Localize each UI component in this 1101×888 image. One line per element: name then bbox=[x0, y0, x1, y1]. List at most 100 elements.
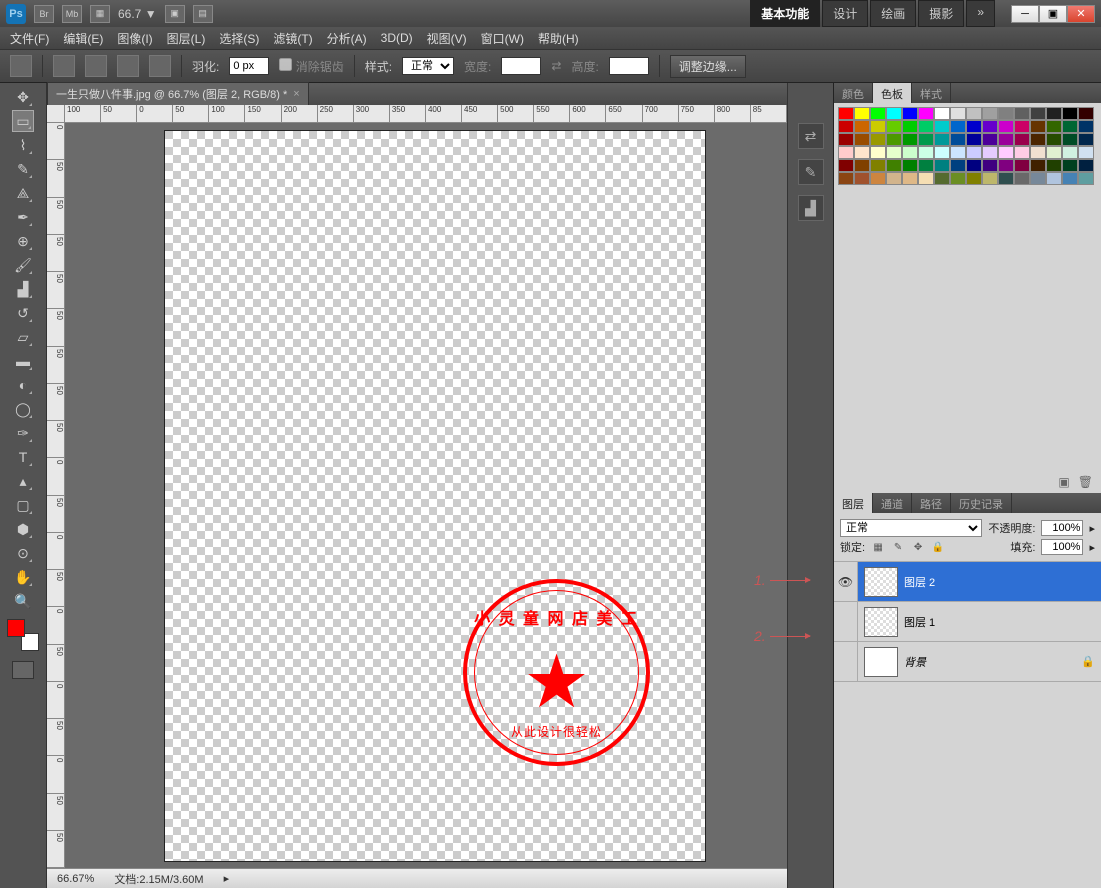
path-select-tool[interactable]: ▴ bbox=[12, 470, 34, 492]
tab-history[interactable]: 历史记录 bbox=[951, 493, 1012, 513]
menu-3d[interactable]: 3D(D) bbox=[381, 31, 413, 45]
lock-position-icon[interactable]: ✥ bbox=[911, 540, 925, 554]
swatch[interactable] bbox=[934, 146, 950, 159]
dodge-tool[interactable]: ◯ bbox=[12, 398, 34, 420]
swatch[interactable] bbox=[918, 133, 934, 146]
quickmask-icon[interactable] bbox=[12, 661, 34, 679]
swatch[interactable] bbox=[1030, 120, 1046, 133]
layer-name[interactable]: 背景 bbox=[904, 654, 1081, 670]
layer-row[interactable]: 👁图层 2 bbox=[834, 562, 1101, 602]
visibility-toggle[interactable] bbox=[834, 602, 858, 641]
swatch[interactable] bbox=[982, 159, 998, 172]
blend-mode-select[interactable]: 正常 bbox=[840, 519, 982, 537]
swatch[interactable] bbox=[1014, 146, 1030, 159]
swatch[interactable] bbox=[1046, 133, 1062, 146]
swatch[interactable] bbox=[1062, 159, 1078, 172]
eraser-tool[interactable]: ▱ bbox=[12, 326, 34, 348]
swatch[interactable] bbox=[838, 107, 854, 120]
menu-file[interactable]: 文件(F) bbox=[10, 30, 49, 47]
swatch[interactable] bbox=[1014, 120, 1030, 133]
style-select[interactable]: 正常 bbox=[402, 57, 454, 75]
swatch[interactable] bbox=[1046, 146, 1062, 159]
swatch[interactable] bbox=[966, 133, 982, 146]
swatch[interactable] bbox=[1030, 172, 1046, 185]
add-selection-icon[interactable] bbox=[85, 55, 107, 77]
swatch[interactable] bbox=[902, 120, 918, 133]
tab-styles[interactable]: 样式 bbox=[912, 83, 951, 103]
swatch[interactable] bbox=[1046, 159, 1062, 172]
intersect-selection-icon[interactable] bbox=[149, 55, 171, 77]
menu-image[interactable]: 图像(I) bbox=[117, 30, 152, 47]
swatch[interactable] bbox=[838, 120, 854, 133]
healing-tool[interactable]: ⊕ bbox=[12, 230, 34, 252]
swatch[interactable] bbox=[886, 172, 902, 185]
3d-tool[interactable]: ⬢ bbox=[12, 518, 34, 540]
swatch[interactable] bbox=[982, 172, 998, 185]
swatch[interactable] bbox=[1062, 172, 1078, 185]
swatch[interactable] bbox=[1046, 172, 1062, 185]
swatch[interactable] bbox=[854, 159, 870, 172]
swatch[interactable] bbox=[902, 159, 918, 172]
minibridge-icon[interactable]: Mb bbox=[62, 5, 82, 23]
swatch[interactable] bbox=[870, 159, 886, 172]
fill-input[interactable] bbox=[1041, 539, 1083, 555]
3d-camera-tool[interactable]: ⊙ bbox=[12, 542, 34, 564]
swatch[interactable] bbox=[1078, 159, 1094, 172]
menu-select[interactable]: 选择(S) bbox=[219, 30, 259, 47]
dock-icon-1[interactable]: ⇄ bbox=[798, 123, 824, 149]
swatch[interactable] bbox=[998, 107, 1014, 120]
workspace-tab-photography[interactable]: 摄影 bbox=[918, 0, 964, 27]
layer-thumbnail[interactable] bbox=[864, 647, 898, 677]
lock-pixels-icon[interactable]: ✎ bbox=[891, 540, 905, 554]
swatch[interactable] bbox=[870, 107, 886, 120]
swatch[interactable] bbox=[1062, 133, 1078, 146]
crop-tool[interactable]: ⟁ bbox=[12, 182, 34, 204]
swatch[interactable] bbox=[854, 133, 870, 146]
swatch[interactable] bbox=[1078, 107, 1094, 120]
opacity-input[interactable] bbox=[1041, 520, 1083, 536]
swatch[interactable] bbox=[886, 120, 902, 133]
swatch[interactable] bbox=[918, 172, 934, 185]
swatch[interactable] bbox=[1078, 146, 1094, 159]
swatch[interactable] bbox=[966, 107, 982, 120]
swatch[interactable] bbox=[902, 172, 918, 185]
move-tool[interactable]: ✥ bbox=[12, 86, 34, 108]
swatch[interactable] bbox=[902, 146, 918, 159]
swatch[interactable] bbox=[1030, 133, 1046, 146]
menu-window[interactable]: 窗口(W) bbox=[481, 30, 524, 47]
menu-analysis[interactable]: 分析(A) bbox=[327, 30, 367, 47]
swatch[interactable] bbox=[1014, 159, 1030, 172]
swatch[interactable] bbox=[886, 159, 902, 172]
swatch[interactable] bbox=[934, 120, 950, 133]
swatch[interactable] bbox=[1062, 146, 1078, 159]
swatch[interactable] bbox=[950, 146, 966, 159]
swatch[interactable] bbox=[902, 107, 918, 120]
lock-all-icon[interactable]: 🔒 bbox=[931, 540, 945, 554]
swatch[interactable] bbox=[1030, 107, 1046, 120]
swatch[interactable] bbox=[1062, 120, 1078, 133]
zoom-selector[interactable]: 66.7 ▼ bbox=[118, 7, 157, 21]
tab-swatches[interactable]: 色板 bbox=[873, 83, 912, 103]
ruler-origin[interactable] bbox=[47, 105, 65, 123]
lock-transparent-icon[interactable]: ▦ bbox=[871, 540, 885, 554]
workspace-tab-design[interactable]: 设计 bbox=[822, 0, 868, 27]
swatch[interactable] bbox=[982, 107, 998, 120]
eyedropper-tool[interactable]: ✒ bbox=[12, 206, 34, 228]
swatch[interactable] bbox=[950, 159, 966, 172]
swatch[interactable] bbox=[1062, 107, 1078, 120]
hand-tool[interactable]: ✋ bbox=[12, 566, 34, 588]
swatch[interactable] bbox=[854, 120, 870, 133]
brush-tool[interactable]: 🖌 bbox=[12, 254, 34, 276]
swatch[interactable] bbox=[982, 133, 998, 146]
swatch[interactable] bbox=[950, 120, 966, 133]
swatch[interactable] bbox=[854, 172, 870, 185]
swatch[interactable] bbox=[998, 172, 1014, 185]
layer-thumbnail[interactable] bbox=[864, 607, 898, 637]
swatch[interactable] bbox=[1014, 172, 1030, 185]
vertical-ruler[interactable]: 0505050505050505005005005005005050 bbox=[47, 123, 65, 868]
swatch[interactable] bbox=[1030, 146, 1046, 159]
tab-color[interactable]: 颜色 bbox=[834, 83, 873, 103]
menu-layer[interactable]: 图层(L) bbox=[167, 30, 206, 47]
layer-row[interactable]: 图层 1 bbox=[834, 602, 1101, 642]
close-button[interactable]: ✕ bbox=[1067, 5, 1095, 23]
